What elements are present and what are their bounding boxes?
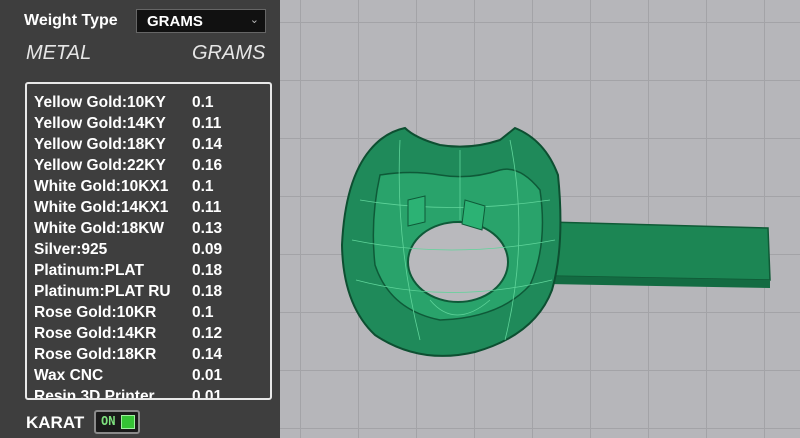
chevron-down-icon: ⌄	[249, 14, 259, 26]
weight-type-value: GRAMS	[147, 13, 203, 30]
karat-toggle[interactable]: ON	[94, 410, 140, 434]
model-window-right	[461, 199, 486, 231]
column-header-grams: GRAMS	[192, 42, 266, 64]
weight-type-select[interactable]: GRAMS ⌄	[136, 9, 266, 33]
model-window-left	[407, 195, 426, 227]
weight-type-row: Weight Type	[24, 8, 118, 34]
toggle-state-text: ON	[101, 414, 116, 428]
metal-weight-list[interactable]: Yellow Gold:10KY 0.1 Yellow Gold:14KY 0.11…	[25, 82, 272, 400]
toggle-knob-icon	[121, 415, 135, 429]
metal-weight-panel: Weight Type GRAMS ⌄ METAL GRAMS Yellow G…	[0, 0, 280, 438]
karat-label: KARAT	[26, 413, 85, 432]
column-header-metal: METAL	[26, 42, 92, 64]
model-sprue	[547, 221, 771, 281]
weight-type-label: Weight Type	[24, 12, 118, 29]
